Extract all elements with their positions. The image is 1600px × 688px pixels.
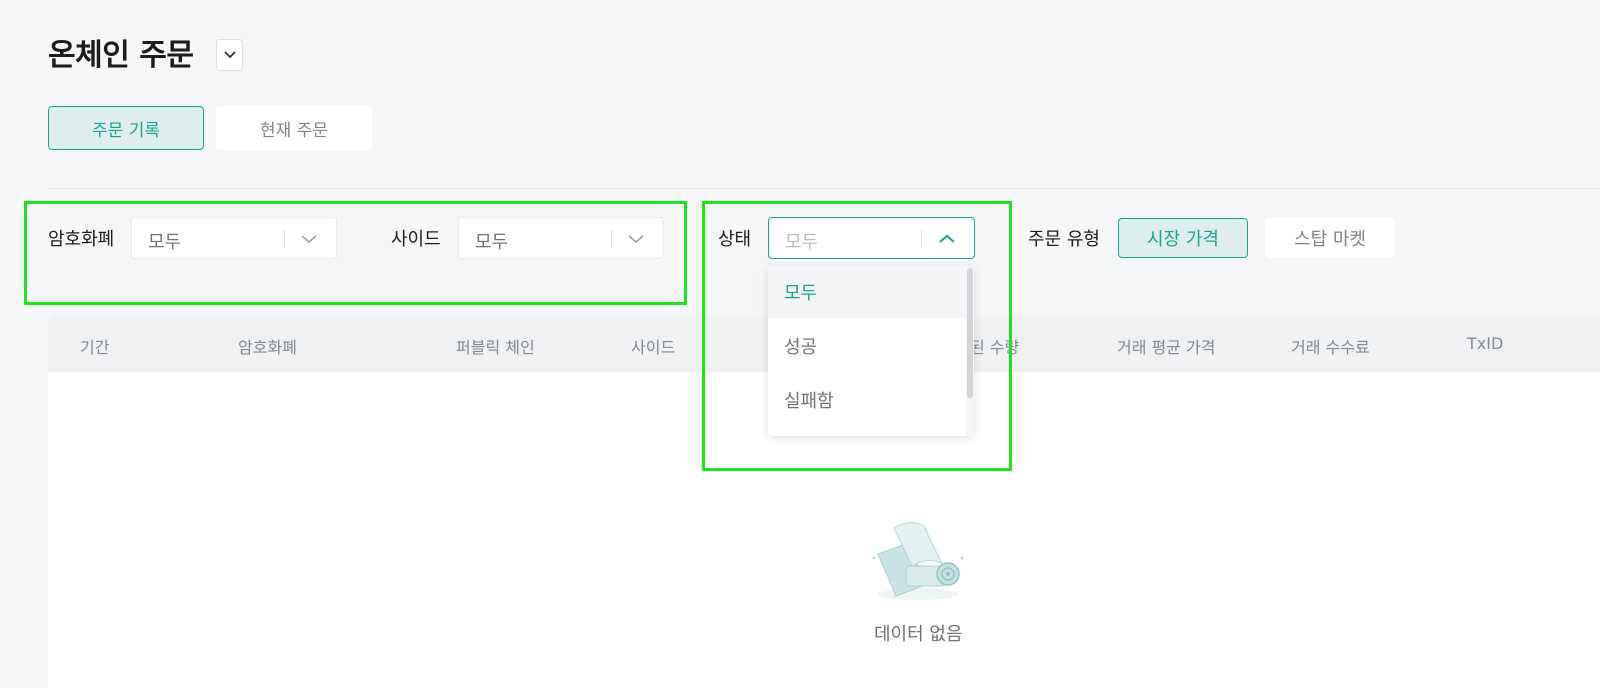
column-header-txid: TxID (1467, 334, 1504, 353)
title-dropdown-button[interactable] (216, 39, 243, 71)
divider (48, 188, 1600, 189)
column-header-crypto: 암호화폐 (238, 338, 297, 357)
tab-order-history[interactable]: 주문 기록 (48, 106, 204, 150)
highlight-box-status-filter (702, 201, 1012, 471)
column-header-avg-price: 거래 평균 가격 (1117, 338, 1216, 357)
highlight-box-crypto-side-filters (24, 201, 687, 305)
column-header-side: 사이드 (631, 338, 676, 357)
page-title: 온체인 주문 (48, 38, 194, 73)
column-header-period: 기간 (80, 338, 110, 357)
order-type-market-button[interactable]: 시장 가격 (1118, 218, 1248, 258)
column-header-fee: 거래 수수료 (1291, 338, 1370, 357)
empty-state-text: 데이터 없음 (874, 624, 963, 645)
column-header-public-chain: 퍼블릭 체인 (456, 338, 535, 357)
chevron-down-icon (223, 51, 236, 59)
order-type-label: 주문 유형 (1028, 229, 1100, 250)
empty-data-icon (872, 522, 964, 600)
order-type-stop-market-button[interactable]: 스탑 마켓 (1265, 218, 1395, 258)
tab-current-orders[interactable]: 현재 주문 (216, 106, 372, 150)
